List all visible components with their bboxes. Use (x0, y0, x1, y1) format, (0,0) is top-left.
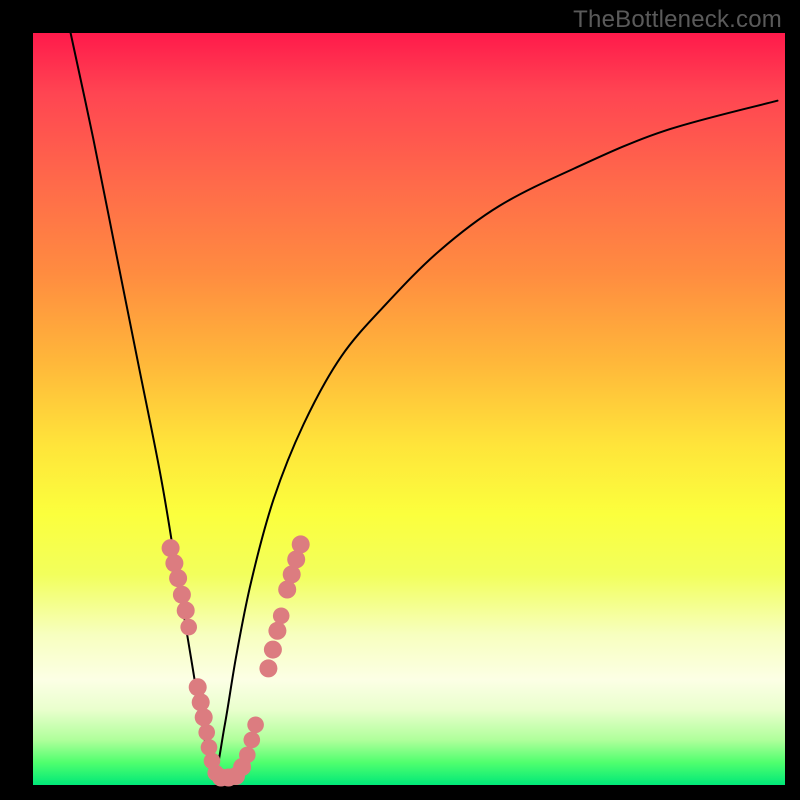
data-dot (189, 678, 207, 696)
data-dot (165, 554, 183, 572)
data-dot (198, 724, 215, 741)
data-dot (173, 586, 191, 604)
data-dot (247, 717, 264, 734)
data-dot (192, 693, 210, 711)
data-dot (268, 622, 286, 640)
data-dot (239, 747, 256, 764)
chart-svg (33, 33, 785, 785)
watermark-text: TheBottleneck.com (573, 6, 782, 34)
data-dot (162, 539, 180, 557)
data-dot (292, 535, 310, 553)
data-dot (195, 708, 213, 726)
bottleneck-curve (71, 33, 778, 778)
data-dot (244, 732, 261, 749)
plot-area (33, 33, 785, 785)
data-dot (169, 569, 187, 587)
data-dot (273, 608, 290, 625)
data-dot (259, 659, 277, 677)
data-dot (177, 602, 195, 620)
chart-frame: TheBottleneck.com (0, 0, 800, 800)
data-dot (180, 619, 197, 636)
data-dot (264, 641, 282, 659)
